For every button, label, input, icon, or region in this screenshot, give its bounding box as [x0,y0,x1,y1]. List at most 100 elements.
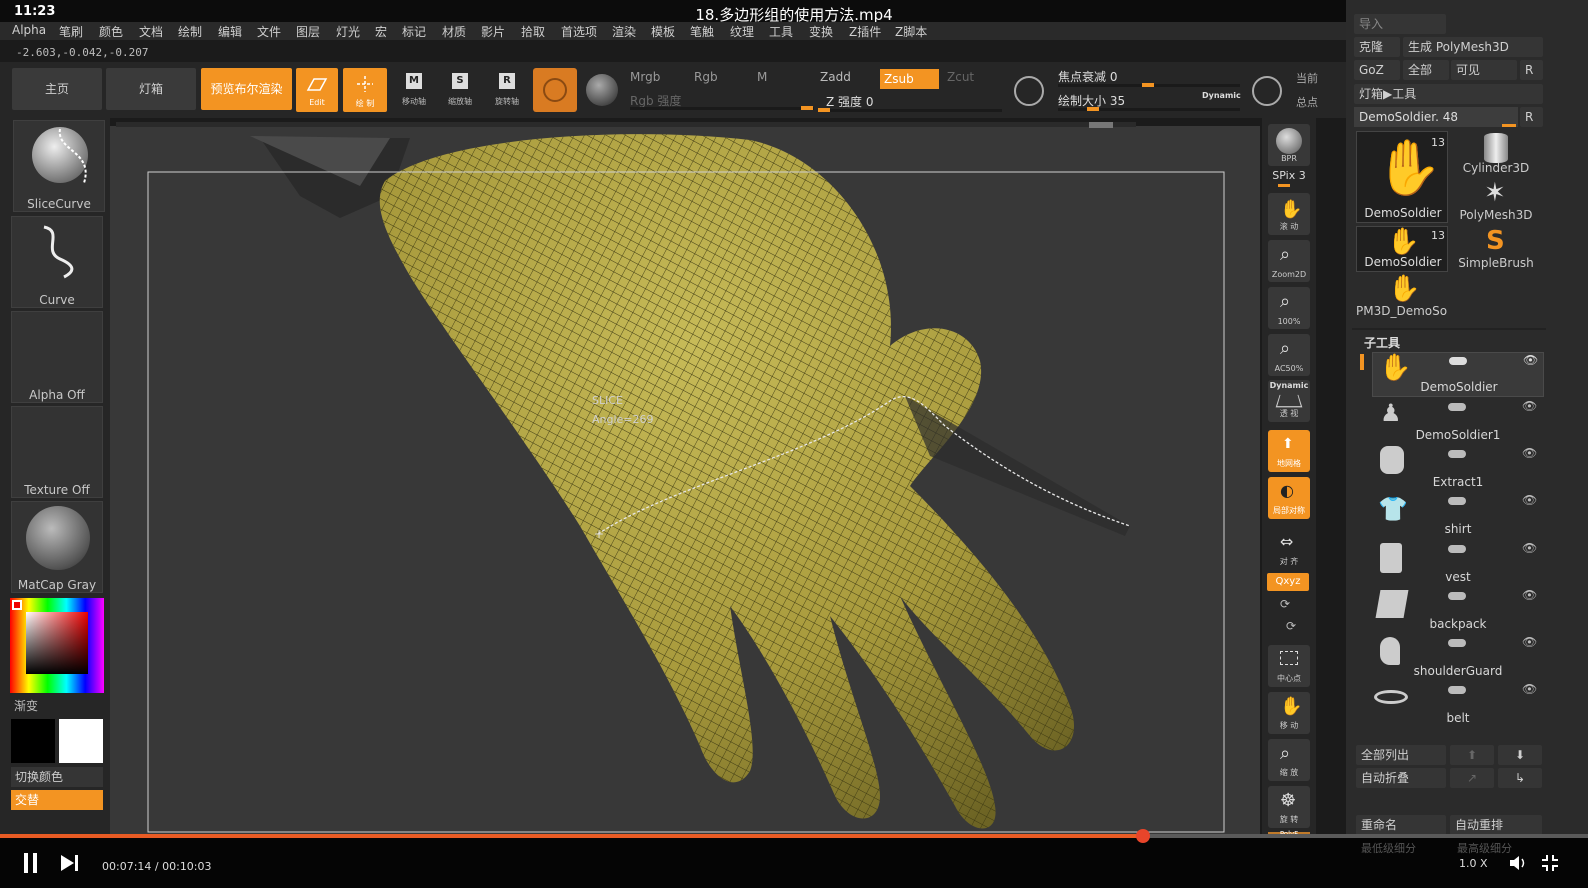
material-button[interactable]: MatCap Gray [11,501,103,593]
tool-thumb-polymesh3d[interactable]: ✶ PolyMesh3D [1450,178,1542,224]
goz-visible-button[interactable]: 可见 [1451,60,1517,80]
texture-button[interactable]: Texture Off [11,406,103,498]
focal-shift-slider[interactable]: 焦点衰减 0 [1058,68,1117,85]
pause-icon[interactable] [22,853,40,873]
menu-item[interactable]: 图层 [296,23,320,40]
volume-icon[interactable] [1508,854,1528,872]
polypaint-toggle[interactable] [1448,686,1466,694]
highest-subdiv-button[interactable]: 最高级细分 [1452,840,1542,856]
menu-item[interactable]: Alpha [12,23,46,37]
menu-item[interactable]: 文件 [257,23,281,40]
zoom2d-button[interactable]: ⌕ Zoom2D [1268,240,1310,282]
move-button[interactable]: M 移动轴 [394,70,434,110]
zcut-toggle[interactable]: Zcut [947,70,974,84]
rotate-button[interactable]: R 旋转轴 [487,70,527,110]
current-tool-knob[interactable] [1502,124,1516,127]
tool-thumb-demosoldier[interactable]: ✋ 13 DemoSoldier [1356,131,1448,223]
spix-knob[interactable] [1278,184,1290,187]
m-toggle[interactable]: M [757,70,767,84]
zadd-toggle[interactable]: Zadd [820,70,851,84]
move-up-icon[interactable]: ⬆ [1450,745,1494,765]
color-picker[interactable] [10,598,104,693]
subtool-item[interactable]: 👁 shoulderGuard [1372,635,1544,680]
subtool-item[interactable]: 👁 belt [1372,682,1544,727]
menu-item[interactable]: 纹理 [730,23,754,40]
subtool-item[interactable]: 👁 vest [1372,541,1544,586]
exit-fullscreen-icon[interactable] [1541,854,1559,872]
lowest-subdiv-button[interactable]: 最低级细分 [1356,840,1446,856]
menu-item[interactable]: 文档 [139,23,163,40]
slicecurve-brush-button[interactable]: SliceCurve [13,120,105,212]
hand-mesh-render[interactable]: + [110,126,1260,838]
move-view-button[interactable]: ✋ 移 动 [1268,692,1310,734]
menu-item[interactable]: 颜色 [99,23,123,40]
gradient-label[interactable]: 渐变 [14,697,38,714]
color-picker-square[interactable] [26,612,88,674]
menu-item[interactable]: 拾取 [521,23,545,40]
eye-icon[interactable]: 👁 [1522,635,1537,649]
zoom-100-button[interactable]: ⌕ 100% [1268,287,1310,329]
current-tool-slider[interactable]: DemoSoldier. 48 [1354,107,1518,127]
lightbox-button[interactable]: 灯箱 [106,68,196,110]
tool-thumb-pm3d-demosoldier[interactable]: ✋ PM3D_DemoSold [1356,274,1448,320]
spix-slider[interactable]: SPix 3 [1268,169,1310,182]
make-polymesh-button[interactable]: 生成 PolyMesh3D [1403,37,1543,57]
xyz-rotate-toggle[interactable]: Qxyz [1267,573,1309,591]
menu-item[interactable]: 标记 [402,23,426,40]
eye-icon[interactable]: 👁 [1523,353,1538,367]
menu-item[interactable]: 笔触 [690,23,714,40]
polypaint-toggle[interactable] [1448,450,1466,458]
bpr-button[interactable]: BPR [1268,124,1310,166]
clone-button[interactable]: 克隆 [1354,37,1400,57]
draw-button[interactable]: 绘 制 [343,68,387,112]
menu-item[interactable]: 影片 [481,23,505,40]
alpha-button[interactable]: Alpha Off [11,311,103,403]
align-button[interactable]: ⇔ 对 齐 [1268,528,1310,570]
zoom-50-button[interactable]: ⌕ AC50% [1268,334,1310,376]
menu-item[interactable]: 首选项 [561,23,597,40]
texture-sphere-icon[interactable] [586,74,618,106]
menu-item[interactable]: Z脚本 [895,23,927,40]
tool-thumb-simplebrush[interactable]: S SimpleBrush [1450,226,1542,272]
arrow-down-right-icon[interactable]: ↳ [1498,768,1542,788]
dynamic-toggle[interactable]: Dynamic [1202,91,1241,100]
subtool-item[interactable]: 👕 👁 shirt [1372,493,1544,538]
arrow-up-right-icon[interactable]: ↗ [1450,768,1494,788]
menu-item[interactable]: 灯光 [336,23,360,40]
secondary-color-swatch[interactable] [59,719,103,763]
eye-icon[interactable]: 👁 [1522,541,1537,555]
rgb-toggle[interactable]: Rgb [694,70,718,84]
rotate-z-icon[interactable]: ⟳ [1286,619,1296,633]
move-down-icon[interactable]: ⬇ [1498,745,1542,765]
zsub-toggle[interactable]: Zsub [880,69,939,89]
main-color-swatch[interactable] [11,719,55,763]
next-icon[interactable] [60,854,80,872]
polypaint-toggle[interactable] [1448,592,1466,600]
lazy-mouse-icon[interactable] [1014,76,1044,106]
auto-collapse-button[interactable]: 自动折叠 [1356,768,1446,788]
backface-mask-icon[interactable] [1252,76,1282,106]
tool-thumb-demosoldier-2[interactable]: ✋ 13 DemoSoldier [1356,226,1448,272]
polypaint-toggle[interactable] [1448,403,1466,411]
tool-thumb-cylinder3d[interactable]: Cylinder3D [1450,131,1542,177]
focal-shift-knob[interactable] [1142,83,1154,87]
subtool-item[interactable]: ♟ 👁 DemoSoldier1 [1372,399,1544,444]
current-tool-r-button[interactable]: R [1520,107,1543,127]
subtool-item[interactable]: 👁 Extract1 [1372,446,1544,491]
menu-item[interactable]: 绘制 [178,23,202,40]
menu-item[interactable]: 材质 [442,23,466,40]
scroll-button[interactable]: ✋ 滚 动 [1268,193,1310,235]
mrgb-toggle[interactable]: Mrgb [630,70,660,84]
subtool-item[interactable]: ✋ 👁 DemoSoldier [1372,352,1544,397]
frame-button[interactable]: 中心点 [1268,645,1310,687]
material-swatch-button[interactable] [533,68,577,112]
menu-item[interactable]: 渲染 [612,23,636,40]
playback-speed[interactable]: 1.0 X [1459,857,1488,870]
subtool-item[interactable]: 👁 backpack [1372,588,1544,633]
eye-icon[interactable]: 👁 [1522,682,1537,696]
auto-reorder-button[interactable]: 自动重排 [1450,815,1542,835]
menu-item[interactable]: 变换 [809,23,833,40]
draw-size-knob[interactable] [1087,107,1099,111]
scale-button[interactable]: S 缩放轴 [440,70,480,110]
rgb-intensity-knob[interactable] [801,106,813,110]
